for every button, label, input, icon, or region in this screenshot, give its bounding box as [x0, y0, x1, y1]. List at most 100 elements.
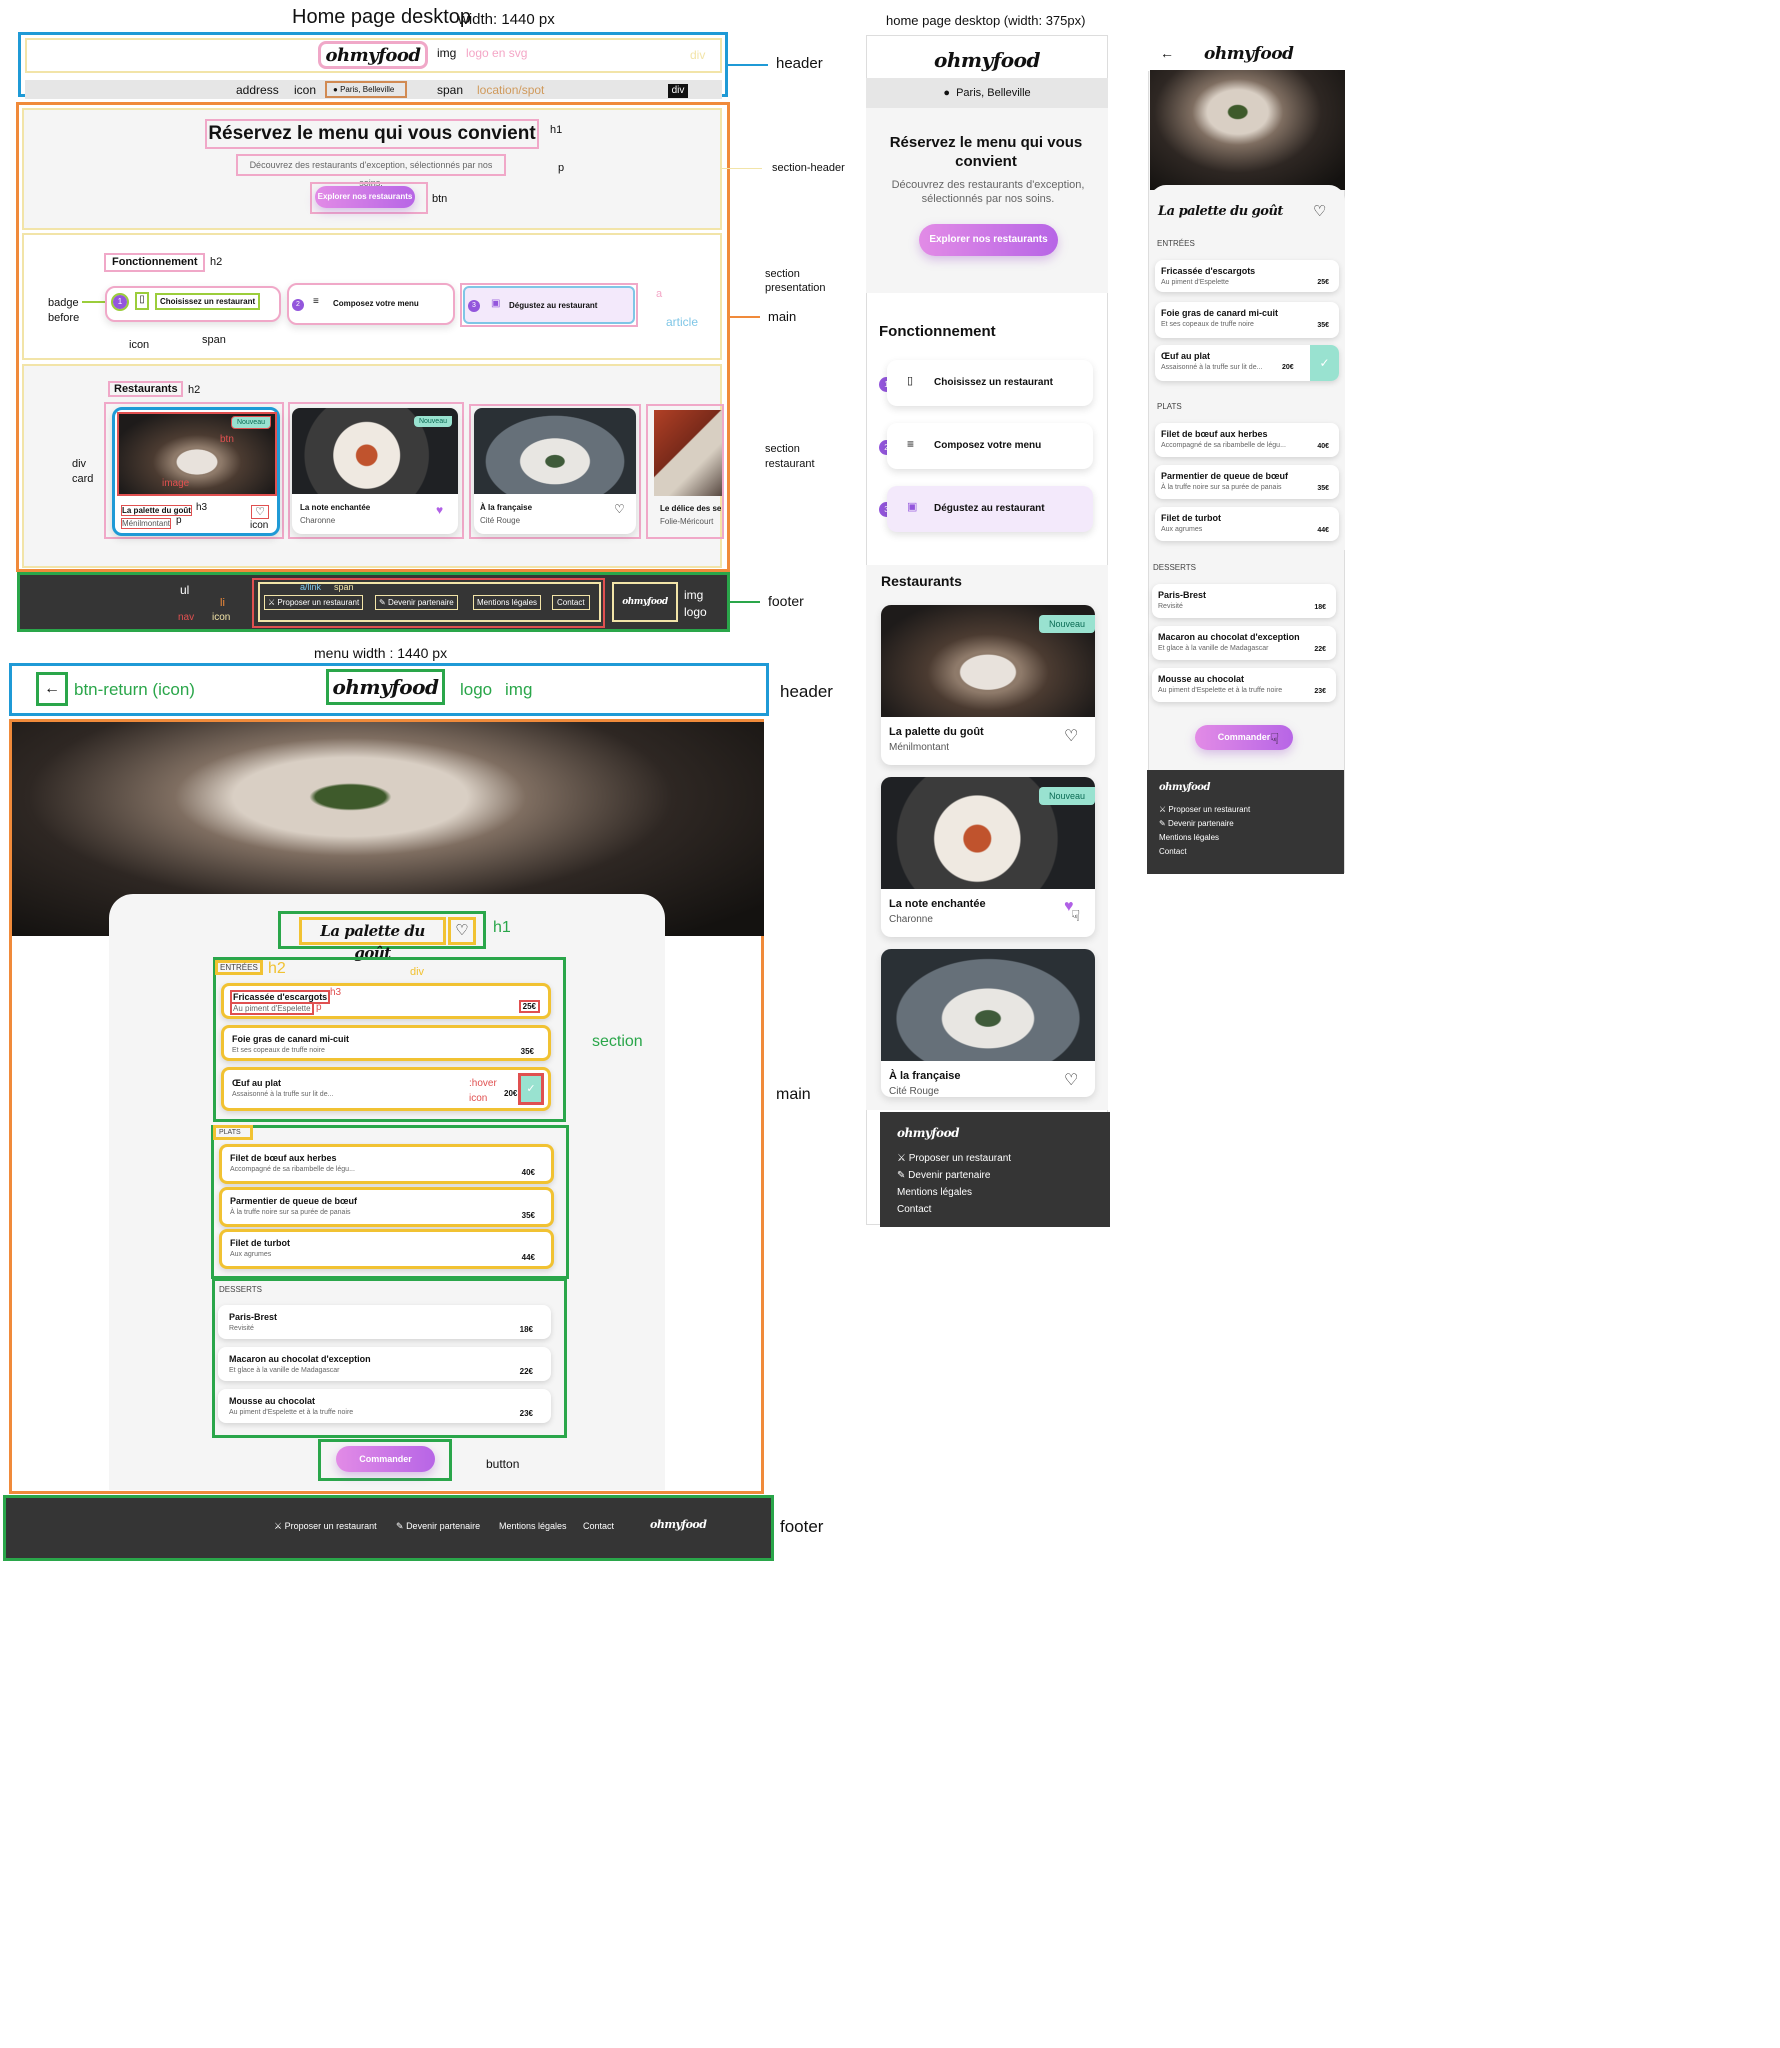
- mobile-menu-item-7[interactable]: Paris-Brest Revisité 18€: [1152, 584, 1336, 618]
- menu-item-5-price: 35€: [521, 1211, 535, 1220]
- menu-item-7[interactable]: Paris-Brest Revisité 18€: [218, 1305, 551, 1339]
- footer-link-4[interactable]: Contact: [552, 595, 590, 610]
- footer-link-2[interactable]: ✎ Devenir partenaire: [375, 595, 458, 610]
- annot-main-label: main: [768, 309, 797, 324]
- annot-img: img: [437, 46, 457, 60]
- check-icon[interactable]: ✓: [1310, 345, 1339, 381]
- heart-icon[interactable]: ♡: [614, 502, 625, 516]
- mobile-menu-item-3[interactable]: Œuf au plat Assaisonné à la truffe sur l…: [1155, 345, 1339, 381]
- heart-icon[interactable]: ♡: [1064, 726, 1078, 746]
- mobile-menu-item-1[interactable]: Fricassée d'escargots Au piment d'Espele…: [1155, 260, 1339, 292]
- mobile-step-card-2[interactable]: ≡ Composez votre menu: [887, 423, 1093, 469]
- footer-link-3[interactable]: Mentions légales: [473, 595, 542, 610]
- menu-item-2-name: Foie gras de canard mi-cuit: [232, 1034, 350, 1044]
- hand-cursor-icon: ☟: [1071, 908, 1081, 925]
- mobile-restaurant-card-2[interactable]: Nouveau La note enchantée Charonne ♥ ☟: [881, 777, 1095, 937]
- heart-icon[interactable]: ♡: [1064, 1070, 1078, 1090]
- mobile-location[interactable]: ● Paris, Belleville: [866, 78, 1108, 108]
- mobile-menu-item-6-price: 44€: [1317, 527, 1329, 534]
- mobile-menu-item-5-price: 35€: [1317, 485, 1329, 492]
- footer-logo[interactable]: ohmyfood: [612, 582, 678, 622]
- mobile-restaurant-card-3[interactable]: À la française Cité Rouge ♡: [881, 949, 1095, 1097]
- restaurant-card-4[interactable]: Le délice des se Folie-Méricourt: [646, 404, 724, 539]
- check-icon[interactable]: ✓: [518, 1073, 544, 1105]
- menu-item-8-name: Macaron au chocolat d'exception: [229, 1354, 371, 1364]
- menu-item-4[interactable]: Filet de bœuf aux herbes Accompagné de s…: [219, 1144, 554, 1184]
- mobile-home-logo[interactable]: ohmyfood: [866, 42, 1108, 78]
- mobile-menu-item-8-name: Macaron au chocolat d'exception: [1158, 632, 1300, 642]
- mobile-menu-item-2[interactable]: Foie gras de canard mi-cuit Et ses copea…: [1155, 302, 1339, 338]
- mobile-menu-footer-link-3[interactable]: Mentions légales: [1159, 833, 1219, 842]
- annot-btn-return: btn-return (icon): [74, 680, 195, 699]
- menu-footer-link-3[interactable]: Mentions légales: [499, 1521, 567, 1531]
- heart-icon[interactable]: ♡: [1313, 202, 1326, 220]
- mobile-menu-item-2-price: 35€: [1317, 322, 1329, 329]
- restaurant-card-2[interactable]: Nouveau La note enchantée Charonne ♥: [292, 408, 458, 534]
- mobile-restaurant-card-1[interactable]: Nouveau La palette du goût Ménilmontant …: [881, 605, 1095, 765]
- restaurant-card-3[interactable]: À la française Cité Rouge ♡: [474, 408, 636, 534]
- menu-footer-link-2[interactable]: ✎ Devenir partenaire: [396, 1521, 480, 1532]
- heart-filled-icon[interactable]: ♥: [436, 503, 443, 517]
- back-arrow-icon[interactable]: ←: [1160, 45, 1174, 61]
- annot-span-step: span: [202, 334, 226, 346]
- mobile-footer-link-2[interactable]: ✎ Devenir partenaire: [897, 1170, 990, 1181]
- menu-footer-link-1[interactable]: ⚔ Proposer un restaurant: [274, 1521, 377, 1532]
- location-spot[interactable]: ● Paris, Belleville: [325, 81, 407, 98]
- menu-item-1[interactable]: Fricassée d'escargots Au piment d'Espele…: [221, 983, 551, 1019]
- annot-header-line: [728, 64, 768, 66]
- menu-item-1-desc: Au piment d'Espelette: [230, 1002, 314, 1015]
- header-logo[interactable]: ohmyfood: [318, 41, 428, 69]
- mobile-menu-item-4[interactable]: Filet de bœuf aux herbes Accompagné de s…: [1155, 423, 1339, 457]
- mobile-menu-item-1-desc: Au piment d'Espelette: [1161, 279, 1229, 286]
- step-card-3[interactable]: 3 ▣ Dégustez au restaurant: [463, 286, 635, 324]
- mobile-footer-link-3[interactable]: Mentions légales: [897, 1187, 972, 1198]
- mobile-menu-footer-link-1[interactable]: ⚔ Proposer un restaurant: [1159, 805, 1250, 814]
- mobile-badge-nouveau-1: Nouveau: [1038, 615, 1095, 633]
- step-badge-3: 3: [468, 300, 480, 312]
- menu-item-2[interactable]: Foie gras de canard mi-cuit Et ses copea…: [221, 1025, 551, 1061]
- mobile-menu-item-9[interactable]: Mousse au chocolat Au piment d'Espelette…: [1152, 668, 1336, 702]
- restaurant-area-1: Ménilmontant: [121, 518, 172, 529]
- hero-title: Réservez le menu qui vous convient: [205, 119, 539, 149]
- mobile-section-title-desserts: DESSERTS: [1153, 563, 1196, 572]
- menu-item-3[interactable]: Œuf au plat Assaisonné à la truffe sur l…: [221, 1067, 551, 1111]
- order-button[interactable]: Commander: [336, 1446, 435, 1472]
- mobile-menu-footer-link-2[interactable]: ✎ Devenir partenaire: [1159, 819, 1234, 828]
- mobile-menu-footer-logo[interactable]: ohmyfood: [1159, 782, 1210, 793]
- annot-div-dark: div: [668, 84, 688, 98]
- step-card-1[interactable]: 1 ▯ Choisissez un restaurant: [105, 286, 281, 322]
- menu-footer-link-4[interactable]: Contact: [583, 1521, 614, 1531]
- menu-item-5[interactable]: Parmentier de queue de bœuf À la truffe …: [219, 1187, 554, 1227]
- menu-footer-logo[interactable]: ohmyfood: [650, 1518, 707, 1531]
- menu-item-8[interactable]: Macaron au chocolat d'exception Et glace…: [218, 1347, 551, 1381]
- footer-link-1[interactable]: ⚔ Proposer un restaurant: [264, 595, 364, 610]
- mobile-home-footer-logo[interactable]: ohmyfood: [897, 1126, 959, 1140]
- menu-item-6[interactable]: Filet de turbot Aux agrumes 44€: [219, 1229, 554, 1269]
- back-arrow-icon[interactable]: ←: [36, 672, 68, 706]
- mobile-menu-logo[interactable]: ohmyfood: [1204, 44, 1294, 64]
- mobile-footer-link-1[interactable]: ⚔ Proposer un restaurant: [897, 1153, 1011, 1164]
- badge-nouveau-1: Nouveau: [230, 416, 271, 429]
- menu-item-9-name: Mousse au chocolat: [229, 1396, 316, 1406]
- mobile-menu-title: La palette du goût: [1158, 204, 1283, 219]
- restaurant-card-1[interactable]: Nouveau La palette du goût Ménilmontant …: [112, 407, 280, 536]
- mobile-footer-link-4[interactable]: Contact: [897, 1204, 931, 1215]
- mobile-menu-item-8[interactable]: Macaron au chocolat d'exception Et glace…: [1152, 626, 1336, 660]
- heart-icon[interactable]: ♡: [448, 917, 476, 945]
- mobile-step-card-1[interactable]: ▯ Choisissez un restaurant: [887, 360, 1093, 406]
- heart-icon[interactable]: ♡: [251, 505, 269, 519]
- annot-icon-footer: icon: [212, 612, 231, 623]
- mobile-hero-cta[interactable]: Explorer nos restaurants: [919, 224, 1058, 256]
- menu-item-9[interactable]: Mousse au chocolat Au piment d'Espelette…: [218, 1389, 551, 1423]
- annot-header-menu: header: [780, 682, 833, 701]
- annot-section-header: section-header: [772, 162, 845, 174]
- hero-cta-button[interactable]: Explorer nos restaurants: [315, 186, 415, 208]
- step-card-2[interactable]: 2 ≡ Composez votre menu: [287, 283, 455, 325]
- mobile-menu-item-5[interactable]: Parmentier de queue de bœuf À la truffe …: [1155, 465, 1339, 499]
- mobile-menu-item-6[interactable]: Filet de turbot Aux agrumes 44€: [1155, 507, 1339, 541]
- menu-logo[interactable]: ohmyfood: [326, 669, 445, 705]
- annot-h2-menu: h2: [268, 960, 286, 977]
- mobile-step-card-3[interactable]: ▣ Dégustez au restaurant: [887, 486, 1093, 532]
- mobile-menu-item-8-price: 22€: [1314, 646, 1326, 653]
- mobile-menu-footer-link-4[interactable]: Contact: [1159, 847, 1187, 856]
